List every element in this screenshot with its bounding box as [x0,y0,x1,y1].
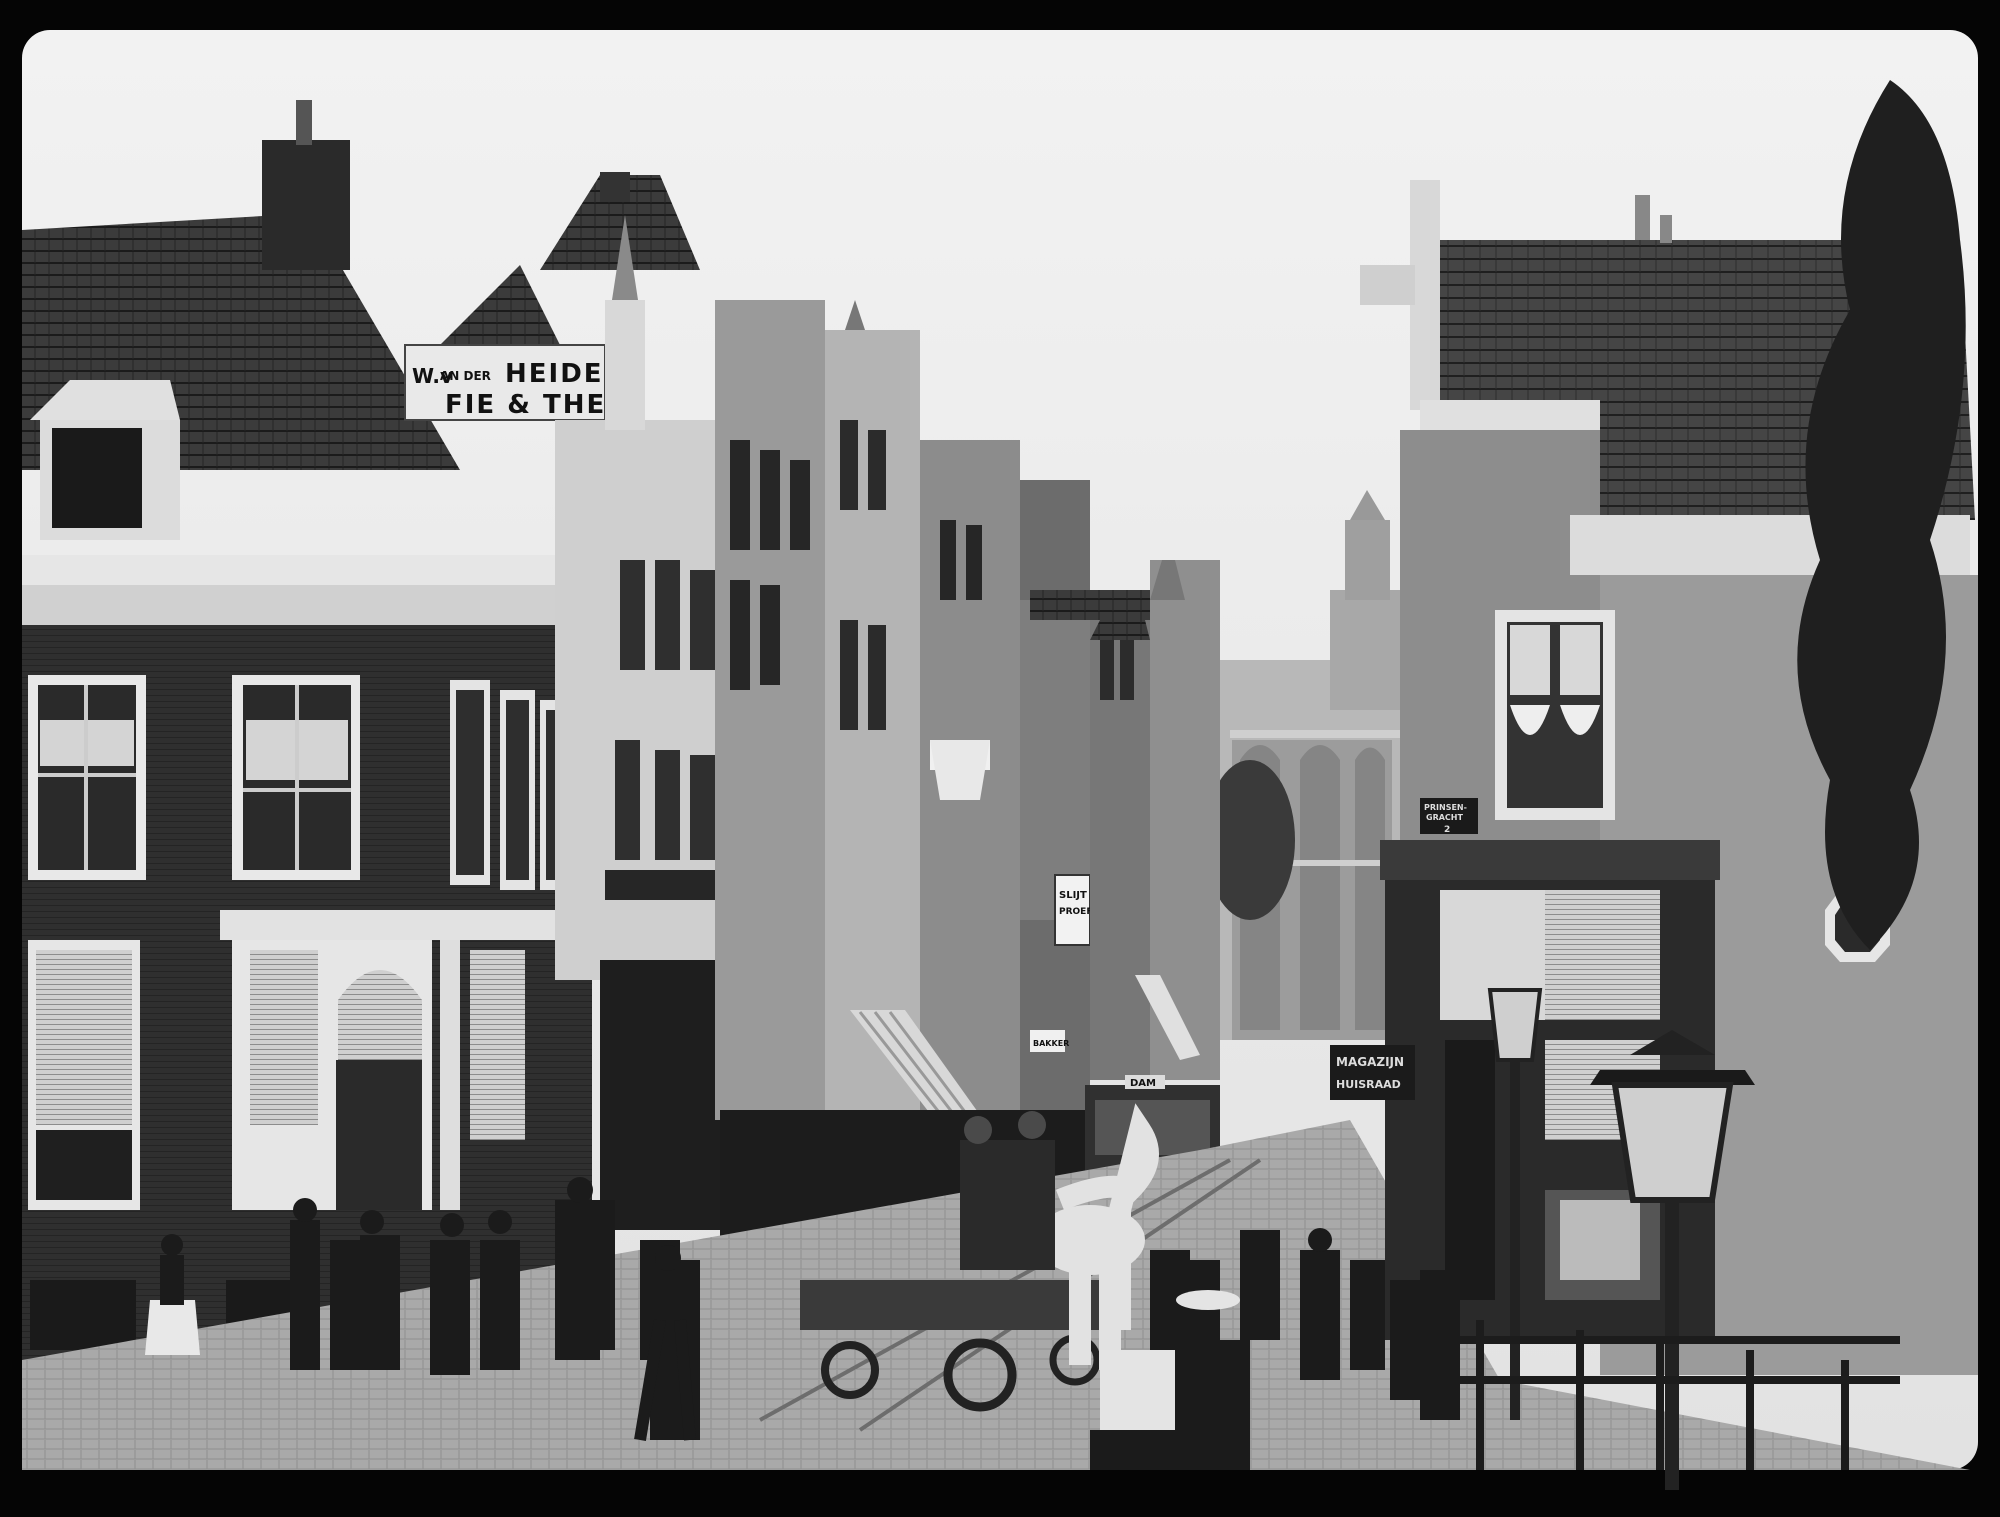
street-sign-line2: GRACHT [1426,813,1463,822]
tram-destination-label: DAM [1130,1078,1156,1089]
magazijn-line1: MAGAZIJN [1336,1055,1404,1069]
shop-sign-slijt: SLIJT [1059,890,1087,901]
heide-sign-ander: AN DER [440,369,491,383]
shop-sign-proef: PROEF [1059,907,1092,917]
awning-sign: BAKKER [1033,1039,1069,1048]
street-sign-line1: PRINSEN- [1424,803,1467,812]
magazijn-line2: HUISRAAD [1336,1078,1401,1091]
street-sign-number: 2 [1444,825,1450,835]
heide-sign-main: HEIDE. [505,359,615,389]
magazijn-sign: MAGAZIJN HUISRAAD [1330,1045,1415,1100]
street-photograph: W.v AN DER HEIDE. FIE & THEE SLIJT PROEF… [0,0,2000,1517]
heide-sign-bottom: FIE & THEE [445,390,626,420]
